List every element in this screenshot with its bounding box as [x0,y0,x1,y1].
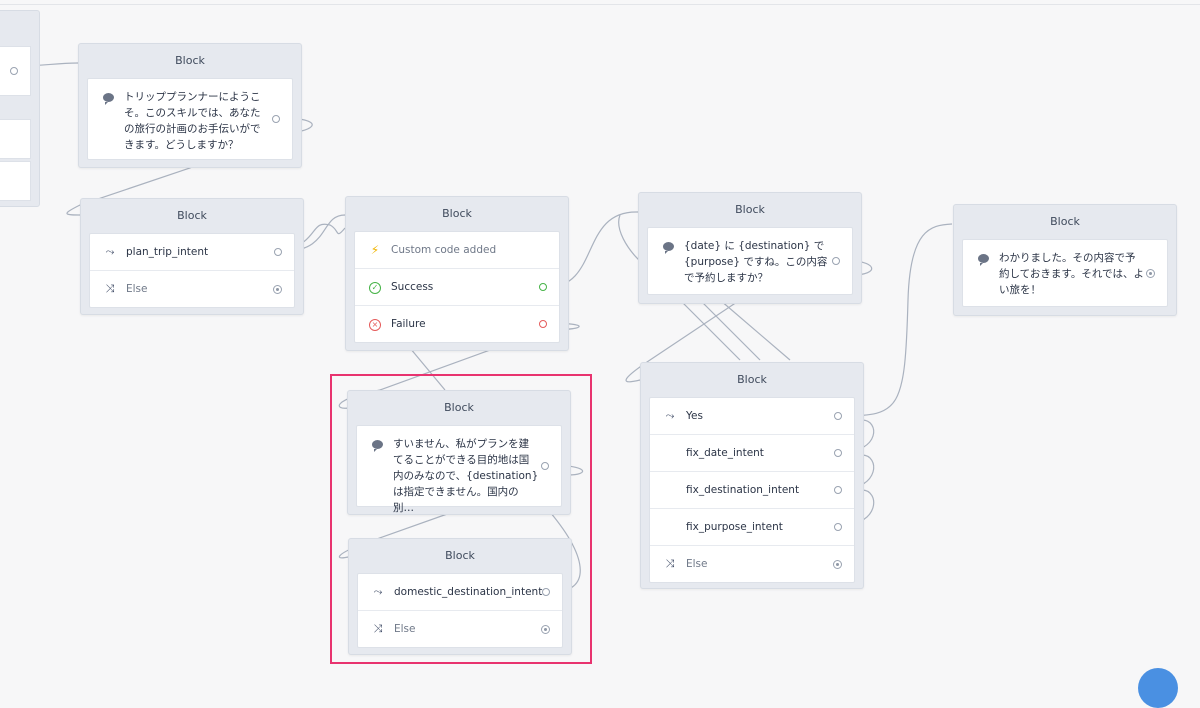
output-port[interactable] [272,115,280,123]
block-welcome[interactable]: Block トリッププランナーにようこそ。このスキルでは、あなたの旅行の計画のお… [78,43,302,168]
check-circle-icon: ✓ [368,269,382,305]
partial-block-card [0,161,31,201]
partial-block-card [0,119,31,159]
intent-label: fix_destination_intent [686,484,800,496]
chat-bubble-icon [661,240,675,254]
selection-highlight [330,374,592,664]
code-card: ⚡ Custom code added ✓ Success × Failure [354,231,560,343]
intent-row-fix-date[interactable]: fix_date_intent [650,435,854,472]
block-title: Block [737,373,767,386]
intent-label: Yes [686,410,703,422]
output-port[interactable] [274,248,282,256]
block-final[interactable]: Block わかりました。その内容で予約しておきます。それでは、よい旅を！ [953,204,1177,316]
block-confirm[interactable]: Block {date} に {destination} で {purpose}… [638,192,862,304]
message-text: わかりました。その内容で予約しておきます。それでは、よい旅を！ [999,252,1145,296]
intent-row-fix-destination[interactable]: fix_destination_intent [650,472,854,509]
block-title: Block [1050,215,1080,228]
message-text: トリッププランナーにようこそ。このスキルでは、あなたの旅行の計画のお手伝いができ… [124,91,261,151]
block-title: Block [175,54,205,67]
intent-branch-icon: ⤳ [665,409,675,422]
chat-bubble-icon [101,91,115,105]
intent-row-fix-purpose[interactable]: fix_purpose_intent [650,509,854,546]
message-row[interactable]: わかりました。その内容で予約しておきます。それでは、よい旅を！ [963,240,1167,308]
message-text: {date} に {destination} で {purpose} ですね。こ… [684,240,828,284]
floating-action-button[interactable] [1138,668,1178,708]
output-port[interactable] [273,285,282,294]
block-plan-trip[interactable]: Block ⤳ plan_trip_intent ⤨ Else [80,198,304,315]
wire-confirm-to-yes-b [699,299,761,361]
failure-row[interactable]: × Failure [355,306,559,342]
message-row[interactable]: トリッププランナーにようこそ。このスキルでは、あなたの旅行の計画のお手伝いができ… [88,79,292,163]
message-card[interactable]: わかりました。その内容で予約しておきます。それでは、よい旅を！ [962,239,1168,307]
intent-row-plan-trip[interactable]: ⤳ plan_trip_intent [90,234,294,271]
output-port[interactable] [834,523,842,531]
chat-bubble-icon [976,252,990,266]
output-port[interactable] [834,486,842,494]
output-port[interactable] [834,412,842,420]
intent-branch-icon: ⤳ [105,245,115,258]
shuffle-icon: ⤨ [665,557,675,570]
message-card[interactable]: トリッププランナーにようこそ。このスキルでは、あなたの旅行の計画のお手伝いができ… [87,78,293,160]
custom-code-row[interactable]: ⚡ Custom code added [355,232,559,269]
top-toolbar-edge [0,0,1200,5]
message-row[interactable]: {date} に {destination} で {purpose} ですね。こ… [648,228,852,296]
output-port[interactable] [832,257,840,265]
x-circle-icon: × [368,306,382,342]
block-title: Block [735,203,765,216]
output-port[interactable] [833,560,842,569]
lightning-icon: ⚡ [370,243,380,257]
intent-label: fix_date_intent [686,447,764,459]
block-title: Block [177,209,207,222]
partial-block-left[interactable] [0,10,40,207]
failure-label: Failure [391,318,426,330]
failure-port[interactable] [539,320,547,328]
partial-block-card [0,46,31,96]
message-card[interactable]: {date} に {destination} で {purpose} ですね。こ… [647,227,853,295]
block-title: Block [442,207,472,220]
intent-card: ⤳ Yes fix_date_intent fix_destination_in… [649,397,855,583]
else-label: Else [686,558,708,570]
block-custom-code[interactable]: Block ⚡ Custom code added ✓ Success × Fa… [345,196,569,351]
custom-code-label: Custom code added [391,244,497,256]
intent-row-yes[interactable]: ⤳ Yes [650,398,854,435]
output-port[interactable] [834,449,842,457]
else-label: Else [126,283,148,295]
else-row[interactable]: ⤨ Else [650,546,854,582]
intent-label: plan_trip_intent [126,246,209,258]
shuffle-icon: ⤨ [105,282,115,295]
block-yes-intents[interactable]: Block ⤳ Yes fix_date_intent fix_destinat… [640,362,864,589]
success-label: Success [391,281,434,293]
end-port[interactable] [1146,269,1155,278]
output-port[interactable] [10,67,18,75]
wire-confirm-to-yes-c [719,299,791,361]
intent-card: ⤳ plan_trip_intent ⤨ Else [89,233,295,308]
intent-label: fix_purpose_intent [686,521,783,533]
success-port[interactable] [539,283,547,291]
else-row[interactable]: ⤨ Else [90,271,294,307]
success-row[interactable]: ✓ Success [355,269,559,306]
wire-confirm-to-yes-a [679,299,741,361]
